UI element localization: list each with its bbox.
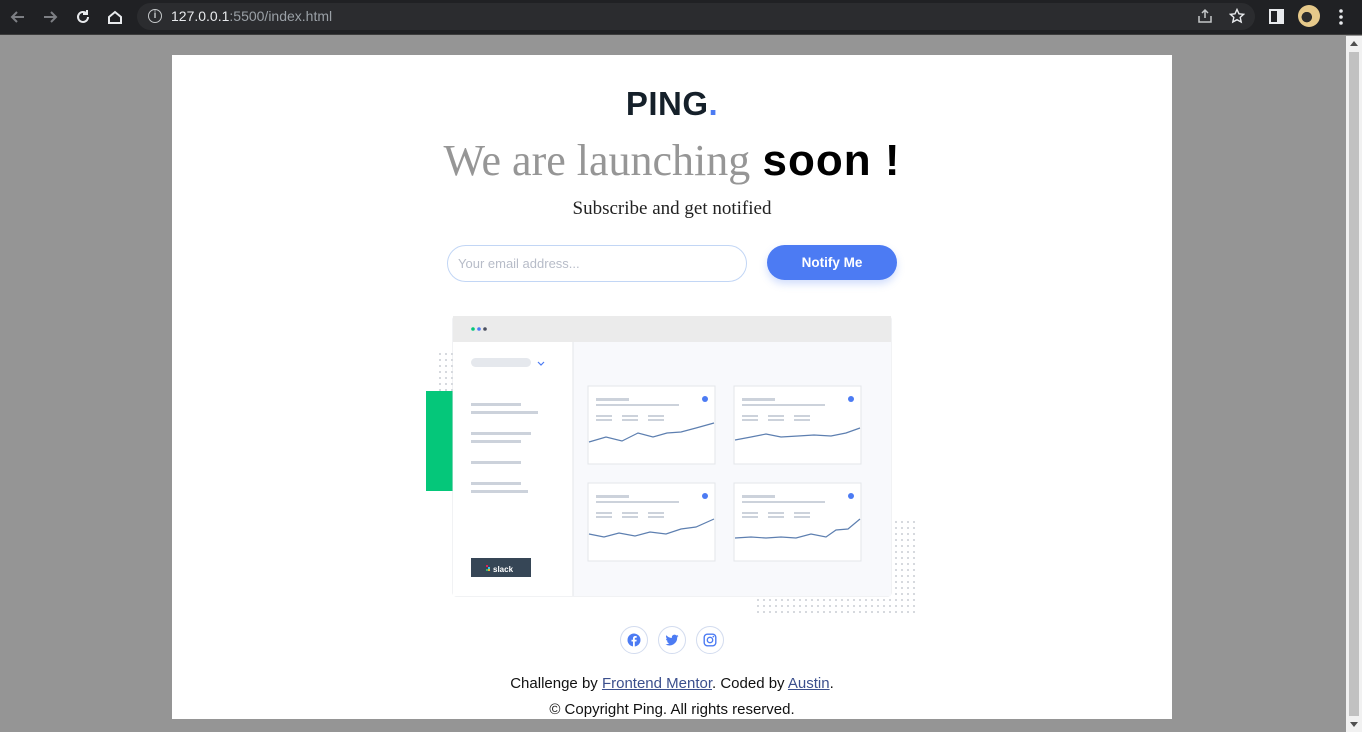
chart-card-3: [587, 482, 716, 562]
logo: PING.: [625, 85, 719, 122]
footer-credits: Challenge by Frontend Mentor. Coded by A…: [510, 675, 834, 692]
scroll-up-arrow-icon[interactable]: [1350, 41, 1358, 46]
share-icon[interactable]: [1197, 8, 1213, 29]
author-link[interactable]: Austin: [788, 675, 830, 692]
profile-avatar[interactable]: [1298, 5, 1320, 27]
star-icon[interactable]: [1228, 7, 1246, 29]
scroll-down-arrow-icon[interactable]: [1350, 722, 1358, 727]
scroll-thumb[interactable]: [1349, 52, 1359, 716]
chart-card-1: [587, 385, 716, 465]
forward-icon[interactable]: [39, 6, 61, 28]
info-icon[interactable]: i: [148, 9, 162, 23]
back-icon[interactable]: [7, 6, 29, 28]
facebook-icon[interactable]: [620, 626, 648, 654]
home-icon[interactable]: [104, 6, 126, 28]
dashboard-illustration: slack: [426, 316, 918, 613]
side-panel-icon[interactable]: [1269, 9, 1284, 29]
url-text[interactable]: 127.0.0.1:5500/index.html: [171, 8, 332, 24]
address-bar[interactable]: i 127.0.0.1:5500/index.html: [137, 3, 1255, 30]
scrollbar[interactable]: [1346, 36, 1362, 732]
frontend-mentor-link[interactable]: Frontend Mentor: [602, 675, 712, 692]
twitter-icon[interactable]: [658, 626, 686, 654]
reload-icon[interactable]: [72, 6, 94, 28]
menu-icon[interactable]: [1338, 8, 1344, 31]
notify-me-button[interactable]: Notify Me: [767, 245, 897, 280]
social-links: [620, 626, 726, 654]
slack-label: slack: [493, 565, 514, 574]
subtitle: Subscribe and get notified: [572, 198, 772, 219]
browser-toolbar: i 127.0.0.1:5500/index.html: [0, 0, 1362, 35]
page-card: PING. We are launching soon ! Subscribe …: [172, 55, 1172, 719]
email-input[interactable]: [447, 245, 747, 282]
headline-bold: soon !: [762, 136, 901, 185]
headline-light: We are launching: [443, 136, 751, 185]
copyright: © Copyright Ping. All rights reserved.: [549, 701, 795, 718]
instagram-icon[interactable]: [696, 626, 724, 654]
chart-card-4: [733, 482, 862, 562]
chart-card-2: [733, 385, 862, 465]
headline: We are launching soon !: [172, 135, 1172, 186]
